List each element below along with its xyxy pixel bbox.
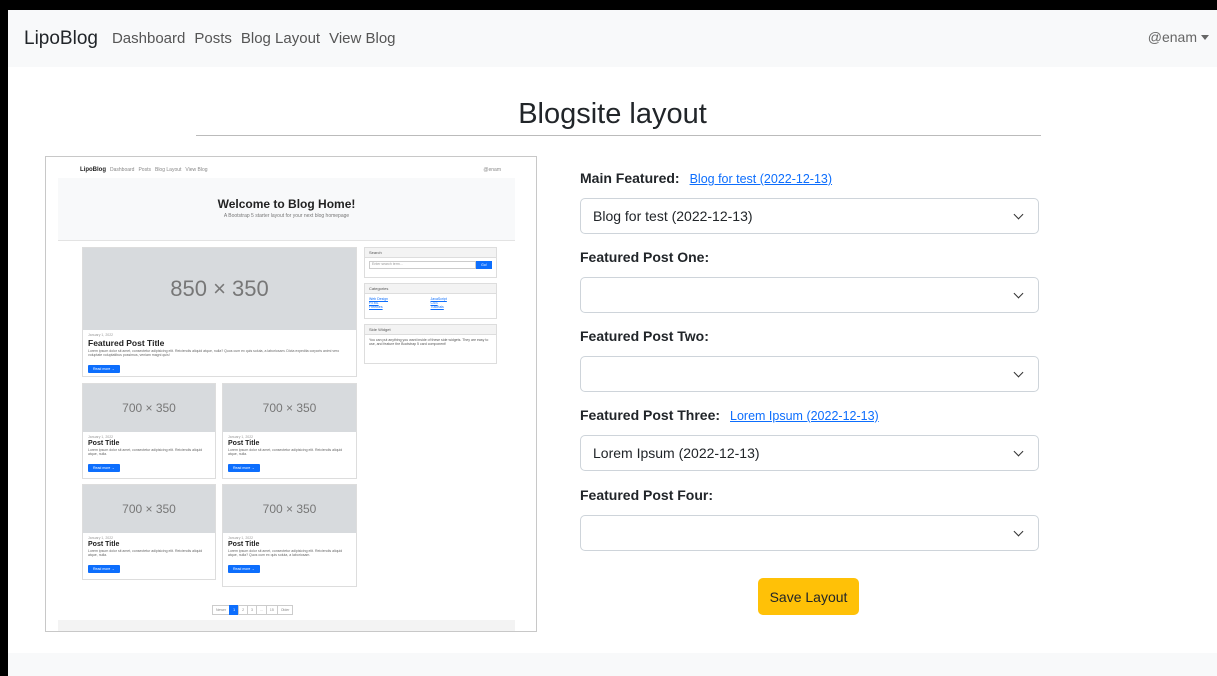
main-featured-select[interactable]: Blog for test (2022-12-13) [580, 198, 1039, 234]
preview-user: @enam [483, 167, 501, 173]
preview-post-title: Post Title [88, 440, 120, 447]
preview-read-more: Read more → [228, 565, 260, 573]
preview-date: January 1, 2022 [228, 536, 254, 540]
preview-featured-title: Featured Post Title [88, 338, 165, 348]
preview-post-image: 700 × 350 [83, 485, 215, 533]
main-featured-link[interactable]: Blog for test (2022-12-13) [690, 172, 832, 186]
preview-navbar: LipoBlog Dashboard Posts Blog Layout Vie… [58, 162, 515, 178]
preview-post-image: 700 × 350 [223, 485, 356, 533]
preview-search-button: Go! [476, 261, 492, 269]
footer-bar [8, 653, 1217, 676]
preview-widget-text: You can put anything you want inside of … [369, 338, 489, 346]
chevron-down-icon [1013, 367, 1024, 378]
featured-post-three-link[interactable]: Lorem Ipsum (2022-12-13) [730, 409, 879, 423]
preview-search-input: Enter search term... [369, 261, 476, 269]
featured-post-four-field: Featured Post Four: [580, 487, 1040, 551]
preview-date: January 1, 2022 [88, 536, 114, 540]
preview-page-link: Older [276, 605, 294, 615]
featured-post-two-label: Featured Post Two: [580, 328, 709, 344]
preview-featured-image: 850 × 350 [83, 248, 356, 330]
chevron-down-icon [1013, 209, 1024, 220]
top-navbar: LipoBlog Dashboard Posts Blog Layout Vie… [8, 10, 1217, 67]
featured-post-two-select[interactable] [580, 356, 1039, 392]
user-menu[interactable]: @enam [1148, 29, 1209, 45]
user-menu-label: @enam [1147, 29, 1197, 45]
preview-pagination: Newer 1 2 3 ... 15 Older [212, 605, 294, 615]
preview-post-title: Post Title [228, 440, 260, 447]
preview-featured-card: 850 × 350 January 1, 2022 Featured Post … [82, 247, 357, 377]
title-divider [196, 135, 1041, 136]
preview-side-widget: Side Widget You can put anything you wan… [364, 324, 497, 364]
preview-post-card: 700 × 350 January 1, 2022 Post Title Lor… [222, 484, 357, 587]
preview-text: Lorem ipsum dolor sit amet, consectetur … [88, 549, 203, 557]
featured-post-one-select[interactable] [580, 277, 1039, 313]
preview-nav-link: Posts [138, 167, 151, 173]
featured-post-four-label: Featured Post Four: [580, 487, 714, 503]
preview-read-more: Read more → [228, 464, 260, 472]
preview-widget-title: Side Widget [365, 325, 496, 335]
save-layout-button[interactable]: Save Layout [758, 578, 859, 615]
featured-post-three-select[interactable]: Lorem Ipsum (2022-12-13) [580, 435, 1039, 471]
preview-nav-link: View Blog [185, 167, 208, 173]
preview-widget-title: Search [365, 248, 496, 258]
featured-post-four-select[interactable] [580, 515, 1039, 551]
preview-heading: Welcome to Blog Home! [217, 197, 356, 211]
preview-category-link: Freebies [369, 305, 383, 309]
featured-post-three-label: Featured Post Three: [580, 407, 721, 423]
layout-preview-image: LipoBlog Dashboard Posts Blog Layout Vie… [45, 156, 537, 632]
featured-post-two-field: Featured Post Two: [580, 328, 1040, 392]
preview-post-title: Post Title [228, 541, 260, 548]
preview-post-title: Post Title [88, 541, 120, 548]
preview-date: January 1, 2022 [228, 435, 254, 439]
nav-link-posts[interactable]: Posts [194, 30, 232, 47]
main-featured-field: Main Featured: Blog for test (2022-12-13… [580, 170, 1040, 234]
preview-nav-link: Blog Layout [154, 167, 182, 173]
preview-post-image: 700 × 350 [83, 384, 215, 432]
featured-post-three-field: Featured Post Three: Lorem Ipsum (2022-1… [580, 407, 1040, 471]
preview-hero: Welcome to Blog Home! A Bootstrap 5 star… [58, 178, 515, 241]
preview-text: Lorem ipsum dolor sit amet, consectetur … [88, 349, 340, 357]
preview-category-link: Tutorials [430, 305, 444, 309]
chevron-down-icon [1013, 446, 1024, 457]
preview-widget-title: Categories [365, 284, 496, 294]
preview-text: Lorem ipsum dolor sit amet, consectetur … [88, 448, 203, 456]
preview-lead: A Bootstrap 5 starter layout for your ne… [223, 213, 350, 219]
main-featured-label: Main Featured: [580, 170, 680, 186]
preview-post-card: 700 × 350 January 1, 2022 Post Title Lor… [82, 484, 216, 580]
featured-post-one-field: Featured Post One: [580, 249, 1040, 313]
preview-date: January 1, 2022 [88, 333, 114, 337]
nav-link-blog-layout[interactable]: Blog Layout [241, 30, 320, 47]
preview-text: Lorem ipsum dolor sit amet, consectetur … [228, 448, 343, 456]
preview-text: Lorem ipsum dolor sit amet, consectetur … [228, 549, 343, 557]
page-title: Blogsite layout [518, 98, 707, 130]
preview-read-more: Read more → [88, 464, 120, 472]
chevron-down-icon [1013, 288, 1024, 299]
preview-categories-widget: Categories Web Design HTML Freebies Java… [364, 283, 497, 319]
preview-post-image: 700 × 350 [223, 384, 356, 432]
preview-nav-link: Dashboard [110, 167, 135, 173]
preview-footer [58, 620, 515, 631]
preview-post-card: 700 × 350 January 1, 2022 Post Title Lor… [82, 383, 216, 479]
featured-post-one-label: Featured Post One: [580, 249, 710, 265]
preview-post-card: 700 × 350 January 1, 2022 Post Title Lor… [222, 383, 357, 479]
featured-post-three-selected: Lorem Ipsum (2022-12-13) [593, 445, 760, 461]
caret-down-icon [1201, 34, 1209, 40]
preview-read-more: Read more → [88, 565, 120, 573]
brand-logo[interactable]: LipoBlog [24, 28, 98, 50]
preview-page-link: Newer [212, 605, 231, 615]
preview-date: January 1, 2022 [88, 435, 114, 439]
chevron-down-icon [1013, 526, 1024, 537]
preview-search-widget: Search Enter search term... Go! [364, 247, 497, 278]
preview-brand: LipoBlog [80, 167, 106, 173]
app-window: LipoBlog Dashboard Posts Blog Layout Vie… [8, 10, 1217, 676]
nav-link-view-blog[interactable]: View Blog [329, 30, 395, 47]
preview-read-more: Read more → [88, 365, 120, 373]
nav-link-dashboard[interactable]: Dashboard [112, 30, 185, 47]
main-featured-selected: Blog for test (2022-12-13) [593, 208, 753, 224]
